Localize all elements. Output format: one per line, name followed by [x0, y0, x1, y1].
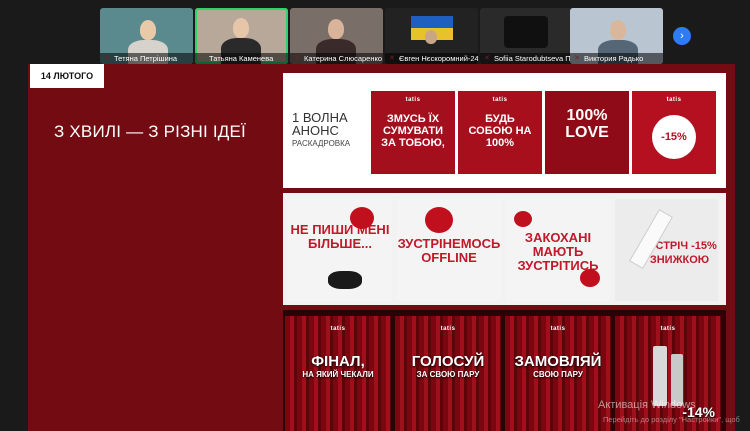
post-card: ЗАКОХАНІ МАЮТЬ ЗУСТРІТИСЬ: [506, 199, 610, 301]
final-card: tatis ЗАМОВЛЯЙ СВОЮ ПАРУ: [505, 316, 611, 431]
discount-sticker: -15%: [652, 115, 696, 159]
chevron-right-icon: ›: [680, 30, 684, 42]
next-participants-button[interactable]: ›: [673, 27, 691, 45]
post-card: ЗУСТРІНЕМОСЬ OFFLINE: [397, 199, 501, 301]
date-badge: 14 ЛЮТОГО: [30, 64, 104, 88]
final-card: tatis ГОЛОСУЙ ЗА СВОЮ ПАРУ: [395, 316, 501, 431]
final-card: tatis ФІНАЛ, НА ЯКИЙ ЧЕКАЛИ: [285, 316, 391, 431]
participant-tile[interactable]: ✕ Катерина Слюсаренко: [290, 8, 383, 64]
slide-title: З ХВИЛІ — З РІЗНІ ІДЕЇ: [54, 122, 246, 141]
story-card: tatis ЗМУСЬ ЇХ СУМУВАТИ ЗА ТОБОЮ,: [371, 91, 455, 174]
participant-strip: ✕ Тетяна Петрішина Татьяна Каменева ✕ Ка…: [0, 0, 750, 64]
windows-activation-hint: Перейдіть до розділу "Настройки", щоб: [603, 415, 740, 424]
participant-name: Виктория Радько: [570, 53, 663, 64]
participant-name: Євген Нєскоромний-24ск: [385, 53, 478, 64]
story-card: 100% LOVE: [545, 91, 629, 174]
participant-name: Катерина Слюсаренко: [290, 53, 383, 64]
participant-name: Татьяна Каменева: [195, 53, 288, 64]
post-card: НЕ ПИШИ МЕНІ БІЛЬШЕ...: [288, 199, 392, 301]
participant-tile-active[interactable]: Татьяна Каменева: [195, 8, 288, 64]
final-card: tatis -14%: [615, 316, 721, 431]
participant-name: Тетяна Петрішина: [100, 53, 193, 64]
post-card: ЗУСТРІЧ -15% ЗНИЖКОЮ: [615, 199, 718, 301]
story-card: tatis -15%: [632, 91, 716, 174]
participant-name: Sofiia Starodubtseva П...: [480, 53, 573, 64]
meeting-window: ✕ Тетяна Петрішина Татьяна Каменева ✕ Ка…: [0, 0, 750, 431]
participant-tile[interactable]: ✕ Євген Нєскоромний-24ск: [385, 8, 478, 64]
windows-activation-watermark: Активація Windows: [598, 399, 696, 411]
participant-tile[interactable]: ✕ Виктория Радько: [570, 8, 663, 64]
story-card: tatis БУДЬ СОБОЮ НА 100%: [458, 91, 542, 174]
participant-tile[interactable]: ✕ Sofiia Starodubtseva П...: [480, 8, 573, 64]
wave-label: 1 ВОЛНА АНОНС РАСКАДРОВКА: [292, 110, 351, 148]
participant-tile[interactable]: ✕ Тетяна Петрішина: [100, 8, 193, 64]
